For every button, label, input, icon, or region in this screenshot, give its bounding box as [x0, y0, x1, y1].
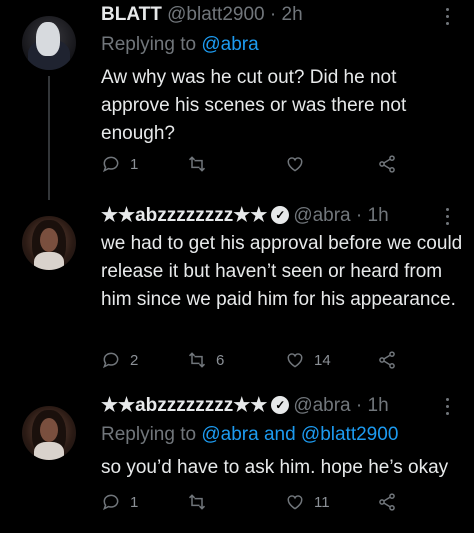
share-button[interactable]	[377, 348, 397, 372]
tweet-blatt[interactable]: BLATT @blatt2900 · 2h Replying to @abra …	[0, 0, 474, 200]
share-icon	[379, 155, 395, 173]
more-options-icon[interactable]	[444, 208, 450, 229]
replying-to: Replying to @abra and @blatt2900	[101, 424, 398, 446]
tweet-abra-1[interactable]: ★★abzzzzzzzz★★ ✓ @abra · 1h we had to get …	[0, 200, 474, 390]
handle[interactable]: @blatt2900	[167, 4, 264, 25]
timestamp[interactable]: 1h	[368, 395, 389, 416]
separator-dot: ·	[269, 4, 277, 25]
like-button[interactable]	[285, 152, 314, 176]
reply-icon	[102, 352, 119, 369]
like-button[interactable]: 11	[285, 490, 330, 514]
display-name[interactable]: ★★abzzzzzzzz★★	[101, 395, 267, 416]
tweet-actions: 1	[101, 152, 431, 176]
like-button[interactable]: 14	[285, 348, 331, 372]
verified-badge-icon: ✓	[271, 396, 290, 414]
heart-icon	[287, 353, 303, 368]
like-count: 14	[314, 351, 331, 369]
tweet-header: BLATT @blatt2900 · 2h	[101, 4, 303, 26]
replying-to: Replying to @abra	[101, 34, 259, 56]
display-name[interactable]: ★★abzzzzzzzz★★	[101, 205, 267, 226]
reply-count: 1	[130, 493, 139, 511]
reply-icon	[102, 494, 119, 511]
tweet-actions: 2 6 14	[101, 348, 431, 372]
reply-button[interactable]: 1	[101, 152, 138, 176]
tweet-text: we had to get his approval before we cou…	[101, 233, 463, 310]
tweet-text: Aw why was he cut out? Did he not approv…	[101, 67, 407, 144]
reply-button[interactable]: 1	[101, 490, 138, 514]
avatar-face	[40, 418, 58, 442]
separator-dot: ·	[355, 395, 363, 416]
tweet-header: ★★abzzzzzzzz★★ ✓ @abra · 1h	[101, 394, 389, 417]
more-options-icon[interactable]	[444, 398, 450, 419]
handle[interactable]: @abra	[293, 395, 350, 416]
tweet-header: ★★abzzzzzzzz★★ ✓ @abra · 1h	[101, 204, 389, 227]
avatar-face	[40, 228, 58, 252]
retweet-icon	[188, 494, 206, 510]
retweet-count: 6	[216, 351, 225, 369]
retweet-button[interactable]	[187, 490, 216, 514]
avatar[interactable]	[22, 406, 76, 460]
reply-icon	[102, 156, 119, 173]
avatar-mask	[36, 22, 60, 56]
separator-dot: ·	[355, 205, 363, 226]
share-button[interactable]	[377, 490, 397, 514]
thread-line	[48, 76, 50, 200]
reply-count: 1	[130, 155, 139, 173]
tweet-abra-2[interactable]: ★★abzzzzzzzz★★ ✓ @abra · 1h Replying to @a…	[0, 390, 474, 533]
tweet-text: so you’d have to ask him. hope he’s okay	[101, 457, 449, 478]
reply-button[interactable]: 2	[101, 348, 138, 372]
share-button[interactable]	[377, 152, 397, 176]
heart-icon	[287, 157, 303, 172]
handle[interactable]: @abra	[293, 205, 350, 226]
display-name[interactable]: BLATT	[101, 4, 162, 25]
replying-mention[interactable]: @abra	[201, 34, 258, 55]
replying-prefix: Replying to	[101, 424, 202, 445]
timestamp[interactable]: 1h	[368, 205, 389, 226]
timestamp[interactable]: 2h	[282, 4, 303, 25]
retweet-icon	[188, 156, 206, 172]
avatar[interactable]	[22, 16, 76, 70]
retweet-icon	[188, 352, 206, 368]
replying-mention[interactable]: @abra and @blatt2900	[201, 424, 398, 445]
verified-badge-icon: ✓	[271, 206, 290, 224]
avatar-body	[34, 252, 64, 270]
share-icon	[379, 351, 395, 369]
retweet-button[interactable]: 6	[187, 348, 224, 372]
heart-icon	[287, 495, 303, 510]
more-options-icon[interactable]	[444, 8, 450, 29]
avatar-body	[34, 442, 64, 460]
tweet-actions: 1 11	[101, 490, 431, 514]
retweet-button[interactable]	[187, 152, 216, 176]
avatar[interactable]	[22, 216, 76, 270]
share-icon	[379, 493, 395, 511]
like-count: 11	[314, 493, 330, 511]
reply-count: 2	[130, 351, 139, 369]
replying-prefix: Replying to	[101, 34, 202, 55]
